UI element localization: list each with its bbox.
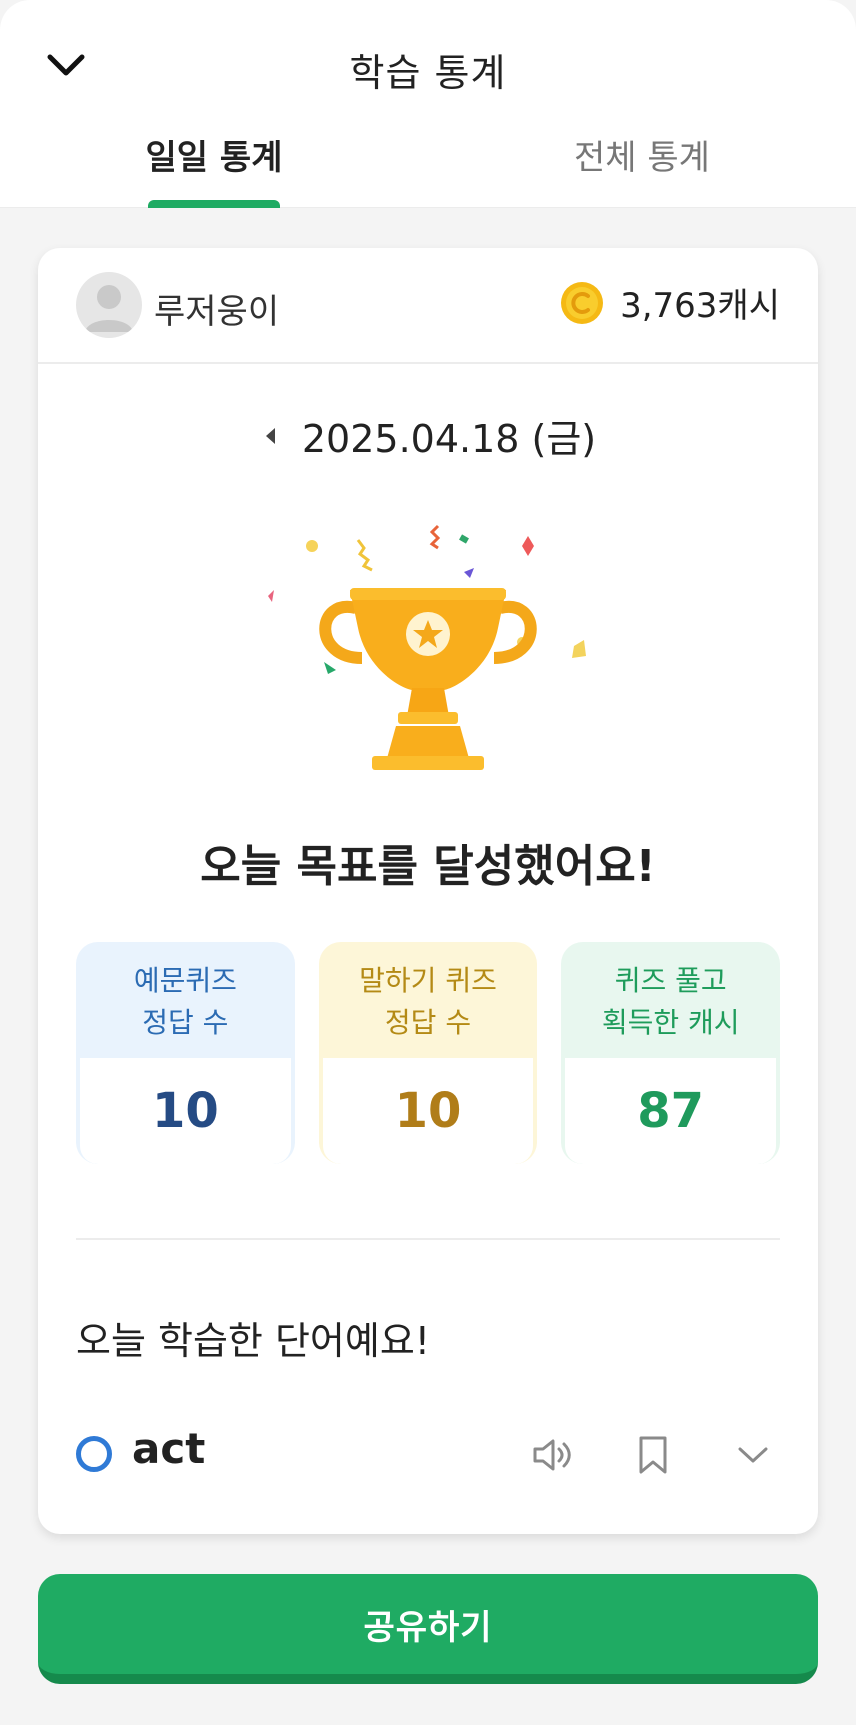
previous-date-button[interactable]: [260, 421, 280, 451]
stat-label: 퀴즈 풀고 획득한 캐시: [601, 964, 740, 1039]
bookmark-button[interactable]: [626, 1428, 680, 1482]
tab-bar: 일일 통계 전체 통계: [0, 118, 856, 208]
tab-daily-stats[interactable]: 일일 통계: [0, 118, 428, 208]
chevron-down-icon: [738, 1447, 768, 1463]
word-actions: [526, 1428, 780, 1482]
stat-value: 10: [80, 1058, 291, 1164]
stat-card-speaking-quiz: 말하기 퀴즈 정답 수 10: [318, 942, 538, 1164]
confetti-piece: [459, 534, 469, 544]
avatar: [76, 272, 142, 338]
confetti-dot: [306, 540, 318, 552]
goal-achieved-message: 오늘 목표를 달성했어요!: [200, 841, 656, 892]
stat-label: 예문퀴즈 정답 수: [133, 964, 237, 1039]
confetti-piece: [572, 640, 586, 658]
stat-label: 말하기 퀴즈 정답 수: [359, 964, 497, 1039]
share-button[interactable]: 공유하기: [38, 1574, 818, 1684]
username: 루저웅이: [154, 292, 280, 332]
cash-balance: 3,763캐시: [560, 278, 780, 327]
word-text: act: [132, 1424, 206, 1473]
play-audio-button[interactable]: [526, 1428, 580, 1482]
list-item[interactable]: act: [76, 1424, 780, 1534]
confetti-piece: [324, 662, 336, 674]
cash-amount: 3,763캐시: [620, 286, 780, 326]
stat-value: 10: [322, 1058, 534, 1164]
user-icon: [85, 285, 133, 332]
daily-stats-card: 루저웅이 3,763캐시 2025.04.18 (금) 오늘 목표를 달성했어요…: [38, 248, 818, 1534]
expand-word-button[interactable]: [726, 1428, 780, 1482]
divider: [76, 1238, 780, 1240]
coin-icon: [561, 281, 604, 324]
trophy-icon: [268, 524, 586, 770]
page-title: 학습 통계: [349, 51, 507, 95]
confetti-piece: [464, 568, 474, 578]
active-tab-indicator: [148, 200, 280, 208]
tab-total-stats[interactable]: 전체 통계: [428, 118, 856, 208]
caret-left-icon: [265, 427, 275, 444]
confetti-squiggle: [429, 524, 441, 550]
current-date: 2025.04.18 (금): [301, 417, 597, 461]
confetti-piece: [522, 536, 534, 556]
profile-header: 루저웅이 3,763캐시: [38, 248, 818, 364]
speaker-icon: [533, 1439, 571, 1471]
tab-label: 일일 통계: [145, 138, 283, 178]
bookmark-icon: [639, 1436, 667, 1474]
stat-value: 87: [565, 1058, 777, 1164]
confetti-squiggle: [356, 539, 373, 572]
word-status-indicator: [76, 1436, 112, 1472]
app-header: 학습 통계 일일 통계 전체 통계: [0, 0, 856, 208]
stat-card-sentence-quiz: 예문퀴즈 정답 수 10: [76, 942, 295, 1164]
learned-words-heading: 오늘 학습한 단어예요!: [76, 1319, 431, 1363]
date-selector: 2025.04.18 (금): [38, 408, 818, 463]
tab-label: 전체 통계: [574, 138, 710, 178]
stat-card-earned-cash: 퀴즈 풀고 획득한 캐시 87: [561, 942, 781, 1164]
quiz-stats: 예문퀴즈 정답 수 10 말하기 퀴즈 정답 수 10 퀴즈 풀고 획득한 캐시 87: [76, 942, 781, 1164]
confetti-piece: [268, 590, 274, 602]
